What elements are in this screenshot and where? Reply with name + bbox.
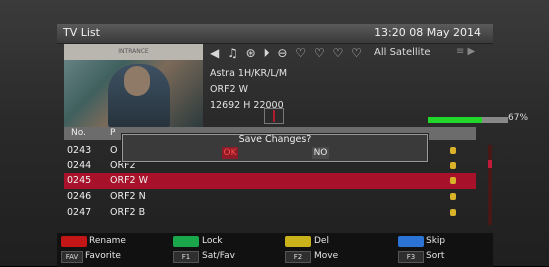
scrambled-icon bbox=[450, 209, 456, 216]
del-label[interactable]: Del bbox=[314, 236, 329, 247]
lock-label[interactable]: Lock bbox=[202, 236, 223, 247]
channel-number: 0247 bbox=[67, 207, 92, 218]
channel-number: 0243 bbox=[67, 145, 92, 156]
channel-name: O bbox=[110, 145, 118, 156]
move-label[interactable]: Move bbox=[314, 251, 338, 262]
heart-icon[interactable]: ♡ bbox=[295, 46, 306, 60]
no-button[interactable]: NO bbox=[312, 147, 329, 159]
red-key-icon[interactable] bbox=[61, 236, 87, 247]
list-scrollbar[interactable] bbox=[488, 145, 492, 225]
play-circle-icon[interactable]: ⏵ bbox=[264, 46, 270, 61]
category-icons: ◀ ♫ ⊛ ⏵ ⊖ ♡ ♡ ♡ ♡ bbox=[210, 46, 366, 62]
heart-icon[interactable]: ♡ bbox=[314, 46, 325, 60]
f2-key[interactable]: F2 bbox=[285, 251, 311, 263]
satfav-label[interactable]: Sat/Fav bbox=[202, 251, 235, 262]
channel-name: ORF2 B bbox=[110, 207, 146, 218]
rename-label[interactable]: Rename bbox=[89, 236, 126, 247]
favorite-label[interactable]: Favorite bbox=[85, 251, 121, 262]
blue-key-icon[interactable] bbox=[398, 236, 424, 247]
channel-preview: INTRANCE bbox=[64, 44, 203, 128]
column-name: P bbox=[110, 128, 116, 138]
heart-icon[interactable]: ♡ bbox=[332, 46, 343, 60]
scrambled-icon bbox=[450, 147, 456, 154]
channel-number: 0244 bbox=[67, 160, 92, 171]
satellite-label[interactable]: All Satellite bbox=[374, 47, 431, 58]
page-title: TV List bbox=[63, 26, 100, 39]
signal-bar bbox=[428, 117, 508, 123]
ok-button[interactable]: OK bbox=[222, 147, 238, 159]
info-channel-name: ORF2 W bbox=[210, 84, 248, 95]
back-arrow-icon[interactable]: ◀ bbox=[210, 46, 219, 60]
footer-keys: Rename Lock Del Skip FAV Favorite F1 Sat… bbox=[57, 233, 493, 267]
yellow-key-icon[interactable] bbox=[285, 236, 311, 247]
channel-name: ORF2 W bbox=[110, 175, 148, 186]
title-bar: TV List 13:20 08 May 2014 bbox=[57, 24, 493, 44]
signal-fill bbox=[428, 117, 482, 123]
skip-label[interactable]: Skip bbox=[426, 236, 445, 247]
table-row[interactable]: 0247 ORF2 B bbox=[64, 205, 476, 221]
scrambled-icon bbox=[450, 177, 456, 184]
forward-arrow-icon[interactable]: ≡ ▶ bbox=[456, 46, 475, 57]
channel-name: ORF2 N bbox=[110, 191, 146, 202]
info-satellite: Astra 1H/KR/L/M bbox=[210, 68, 288, 79]
dialog-marker bbox=[273, 110, 275, 122]
dialog-handle bbox=[264, 108, 284, 124]
music-note-icon[interactable]: ♫ bbox=[227, 46, 238, 60]
table-row-selected[interactable]: 0245 ORF2 W bbox=[64, 173, 476, 189]
channel-number: 0245 bbox=[67, 175, 92, 186]
fav-key[interactable]: FAV bbox=[61, 251, 83, 263]
f1-key[interactable]: F1 bbox=[173, 251, 199, 263]
preview-banner: INTRANCE bbox=[64, 44, 203, 60]
preview-figure-head bbox=[124, 66, 150, 96]
film-reel-icon[interactable]: ⊛ bbox=[246, 46, 256, 60]
heart-icon[interactable]: ♡ bbox=[351, 46, 362, 60]
scrollbar-thumb[interactable] bbox=[488, 160, 492, 168]
clock: 13:20 08 May 2014 bbox=[374, 26, 481, 39]
channel-number: 0246 bbox=[67, 191, 92, 202]
save-changes-dialog: Save Changes? OK NO bbox=[122, 134, 428, 162]
tv-list-screen: TV List 13:20 08 May 2014 INTRANCE ◀ ♫ ⊛… bbox=[0, 0, 549, 267]
signal-percent: 67% bbox=[508, 113, 529, 123]
scrambled-icon bbox=[450, 193, 456, 200]
column-no: No. bbox=[71, 128, 86, 138]
f3-key[interactable]: F3 bbox=[398, 251, 424, 263]
table-row[interactable]: 0246 ORF2 N bbox=[64, 189, 476, 205]
scrambled-icon bbox=[450, 162, 456, 169]
minus-circle-icon[interactable]: ⊖ bbox=[277, 46, 287, 60]
sort-label[interactable]: Sort bbox=[426, 251, 444, 262]
green-key-icon[interactable] bbox=[173, 236, 199, 247]
dialog-question: Save Changes? bbox=[238, 134, 312, 145]
